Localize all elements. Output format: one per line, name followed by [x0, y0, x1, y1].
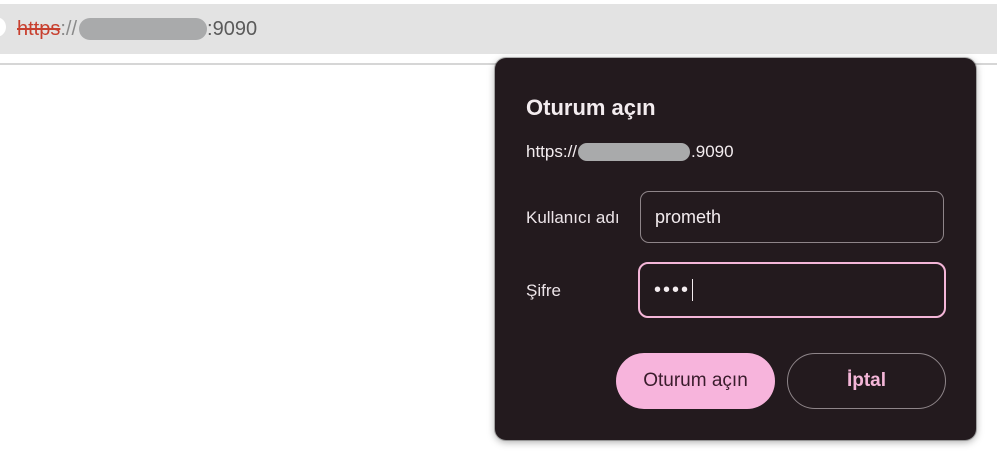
url-display[interactable]: https :// :9090: [17, 17, 257, 41]
text-caret: [692, 279, 694, 301]
password-label: Şifre: [526, 281, 561, 300]
sign-in-dialog: Oturum açın https:// .9090 Kullanıcı adı…: [495, 58, 976, 440]
dialog-site-url: https:// .9090: [526, 141, 734, 163]
username-value: prometh: [655, 206, 722, 227]
password-masked-value: ••••: [654, 278, 691, 301]
cancel-button[interactable]: İptal: [787, 353, 946, 409]
site-info-button-edge[interactable]: [0, 17, 6, 37]
redacted-host: [79, 18, 208, 40]
password-input[interactable]: ••••: [638, 262, 946, 318]
url-scheme-insecure: https: [17, 17, 61, 40]
dialog-url-prefix: https://: [526, 142, 578, 161]
redacted-host: [578, 143, 691, 161]
username-input[interactable]: prometh: [640, 191, 944, 243]
url-port: :9090: [207, 17, 258, 40]
url-separator: ://: [60, 17, 78, 40]
dialog-title: Oturum açın: [526, 95, 656, 120]
username-label: Kullanıcı adı: [526, 208, 620, 227]
address-bar[interactable]: https :// :9090: [0, 4, 997, 54]
dialog-url-suffix: .9090: [691, 142, 734, 161]
sign-in-button[interactable]: Oturum açın: [616, 353, 775, 409]
browser-page: https :// :9090 Oturum açın https:// .90…: [0, 0, 997, 451]
